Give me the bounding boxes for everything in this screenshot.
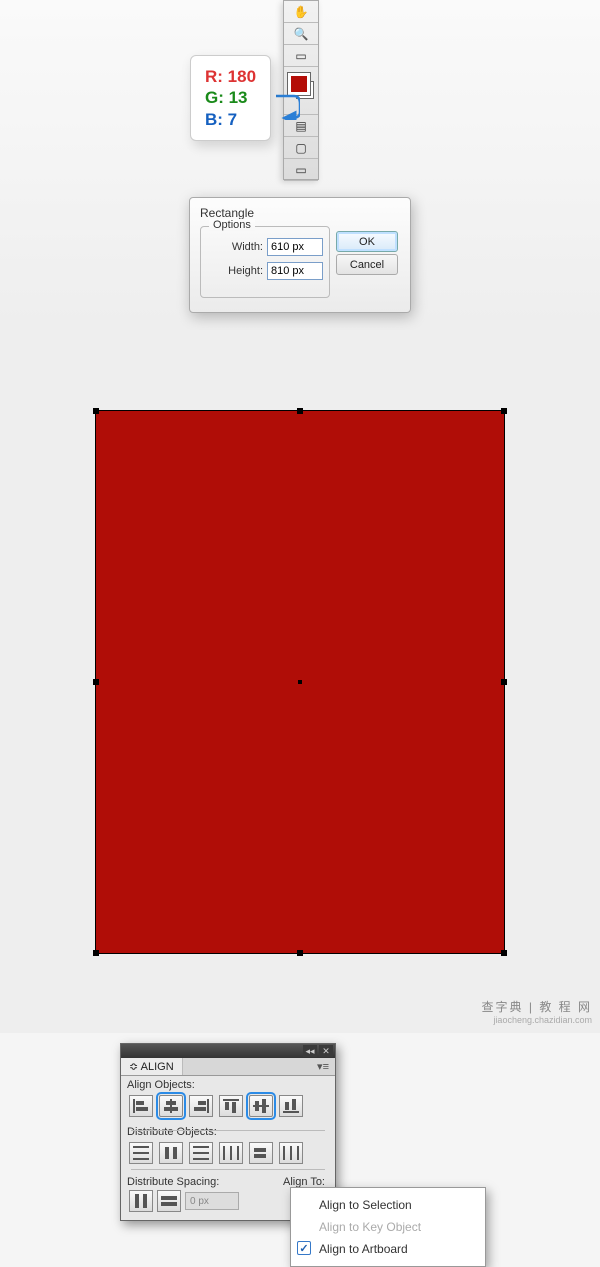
ok-button[interactable]: OK [336, 231, 398, 252]
dist-hcenter-button[interactable] [249, 1142, 273, 1164]
b-value: B: 7 [205, 109, 256, 130]
red-rectangle-shape[interactable] [95, 410, 505, 954]
r-value: R: 180 [205, 66, 256, 87]
hand-tool-icon[interactable]: ✋ [284, 1, 318, 23]
align-hcenter-button[interactable] [159, 1095, 183, 1117]
options-label: Options [209, 219, 255, 231]
resize-handle[interactable] [93, 679, 99, 685]
resize-handle[interactable] [501, 950, 507, 956]
panel-header[interactable]: ◂◂ ✕ [121, 1044, 335, 1058]
slice-tool-icon[interactable]: ▭ [284, 45, 318, 67]
rectangle-dialog: Rectangle Options Width: Height: OK Canc… [189, 197, 411, 313]
align-vcenter-button[interactable] [249, 1095, 273, 1117]
width-input[interactable] [267, 238, 323, 256]
g-value: G: 13 [205, 87, 256, 108]
panel-tabs: ≎ ALIGN ▾≡ [121, 1058, 335, 1076]
panel-menu-icon[interactable]: ▾≡ [311, 1060, 335, 1073]
rgb-tooltip: R: 180 G: 13 B: 7 [190, 55, 271, 141]
watermark-line1: 查字典 | 教 程 网 [482, 998, 592, 1015]
align-to-artboard-label: Align to Artboard [319, 1242, 408, 1256]
spacing-input[interactable]: 0 px [185, 1192, 239, 1210]
width-label: Width: [232, 241, 263, 253]
default-colors-icon[interactable] [308, 69, 316, 77]
align-to-artboard-item[interactable]: ✓ Align to Artboard [291, 1238, 485, 1260]
align-top-button[interactable] [219, 1095, 243, 1117]
resize-handle[interactable] [297, 408, 303, 414]
watermark: 查字典 | 教 程 网 jiaocheng.chazidian.com [482, 998, 592, 1025]
dist-vcenter-button[interactable] [159, 1142, 183, 1164]
cancel-button[interactable]: Cancel [336, 254, 398, 275]
zoom-tool-icon[interactable]: 🔍 [284, 23, 318, 45]
dist-right-button[interactable] [279, 1142, 303, 1164]
align-objects-label: Align Objects: [121, 1076, 335, 1091]
center-point-icon [298, 680, 302, 684]
height-label: Height: [228, 265, 263, 277]
dialog-title: Rectangle [200, 206, 254, 220]
dist-vspace-button[interactable] [129, 1190, 153, 1212]
align-left-button[interactable] [129, 1095, 153, 1117]
check-icon: ✓ [297, 1241, 311, 1255]
screen-mode-icon[interactable]: ▢ [284, 137, 318, 159]
tools-panel: ✋ 🔍 ▭ ▤ ▢ ▭ [283, 0, 319, 180]
resize-handle[interactable] [501, 679, 507, 685]
resize-handle[interactable] [297, 950, 303, 956]
align-to-menu: Align to Selection Align to Key Object ✓… [290, 1187, 486, 1267]
dist-hspace-button[interactable] [157, 1190, 181, 1212]
resize-handle[interactable] [93, 408, 99, 414]
top-region: ✋ 🔍 ▭ ▤ ▢ ▭ R: 180 G: 13 B: 7 Rectangle … [0, 0, 600, 330]
doc-mode-icon[interactable]: ▭ [284, 159, 318, 181]
close-icon[interactable]: ✕ [319, 1045, 333, 1057]
dist-top-button[interactable] [129, 1142, 153, 1164]
options-fieldset: Options Width: Height: [200, 226, 330, 298]
arrow-icon [274, 92, 300, 120]
canvas-region: ◂◂ ✕ ≎ ALIGN ▾≡ Align Objects: Distribut… [0, 330, 600, 1033]
align-to-selection-item[interactable]: Align to Selection [291, 1194, 485, 1216]
dist-left-button[interactable] [219, 1142, 243, 1164]
align-bottom-button[interactable] [279, 1095, 303, 1117]
collapse-icon[interactable]: ◂◂ [303, 1045, 317, 1057]
resize-handle[interactable] [93, 950, 99, 956]
dist-bottom-button[interactable] [189, 1142, 213, 1164]
align-to-key-object-item: Align to Key Object [291, 1216, 485, 1238]
align-right-button[interactable] [189, 1095, 213, 1117]
distribute-spacing-label: Distribute Spacing: [121, 1173, 277, 1188]
align-to-label: Align To: [277, 1173, 335, 1188]
height-input[interactable] [267, 262, 323, 280]
resize-handle[interactable] [501, 408, 507, 414]
align-tab[interactable]: ≎ ALIGN [121, 1058, 183, 1075]
watermark-line2: jiaocheng.chazidian.com [482, 1015, 592, 1025]
